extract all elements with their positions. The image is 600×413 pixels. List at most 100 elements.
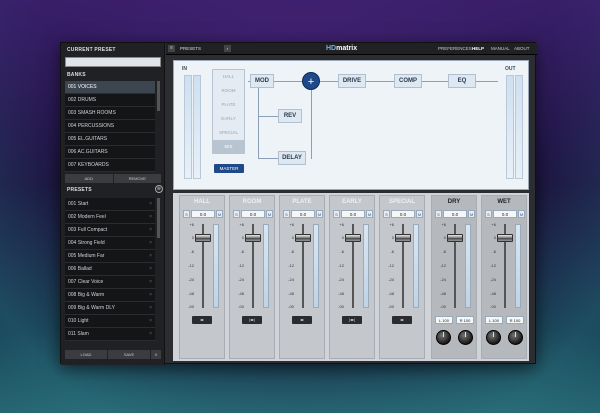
- bank-item[interactable]: 002 DRUMS: [65, 94, 155, 107]
- fader-handle[interactable]: [497, 234, 513, 242]
- selector-plate[interactable]: PLATE: [213, 98, 244, 112]
- about-link[interactable]: ABOUT: [514, 46, 530, 51]
- mute-button[interactable]: M: [468, 210, 475, 218]
- mute-button[interactable]: M: [416, 210, 423, 218]
- mute-button[interactable]: M: [366, 210, 373, 218]
- preset-item[interactable]: 003 Full Compact ×: [65, 224, 155, 237]
- current-preset-field[interactable]: [65, 57, 161, 67]
- bank-item[interactable]: 003 SMASH ROOMS: [65, 107, 155, 120]
- presets-tab[interactable]: PRESETS: [180, 46, 201, 51]
- menu-icon[interactable]: ≡: [168, 45, 175, 52]
- level-field[interactable]: 0.0: [443, 210, 467, 218]
- presets-options-icon[interactable]: ⊕: [155, 185, 163, 193]
- solo-button[interactable]: S: [485, 210, 492, 218]
- level-field[interactable]: 0.0: [493, 210, 517, 218]
- level-field[interactable]: 0.0: [341, 210, 365, 218]
- delay-node[interactable]: DELAY: [278, 151, 306, 165]
- remove-preset-icon[interactable]: ×: [149, 302, 152, 314]
- preferences-link[interactable]: PREFERENCES: [438, 46, 472, 51]
- remove-preset-icon[interactable]: ×: [149, 263, 152, 275]
- solo-button[interactable]: S: [183, 210, 190, 218]
- load-preset-button[interactable]: LOAD: [65, 350, 107, 359]
- drive-node[interactable]: DRIVE: [338, 74, 366, 88]
- bank-item[interactable]: 001 VOICES: [65, 81, 155, 94]
- presets-scrollbar[interactable]: [157, 198, 160, 238]
- selector-hall[interactable]: HALL: [213, 70, 244, 84]
- preset-item[interactable]: 004 Strong Field ×: [65, 237, 155, 250]
- remove-preset-icon[interactable]: ×: [149, 211, 152, 223]
- dry-left-knob[interactable]: [436, 330, 451, 345]
- pan-button[interactable]: ◂▸: [392, 316, 412, 324]
- solo-button[interactable]: S: [283, 210, 290, 218]
- dry-right-knob[interactable]: [458, 330, 473, 345]
- banks-scrollbar[interactable]: [157, 81, 160, 111]
- selector-early[interactable]: EARLY: [213, 112, 244, 126]
- selector-room[interactable]: ROOM: [213, 84, 244, 98]
- mute-button[interactable]: M: [316, 210, 323, 218]
- fader-handle[interactable]: [447, 234, 463, 242]
- solo-button[interactable]: S: [333, 210, 340, 218]
- wet-left-knob[interactable]: [486, 330, 501, 345]
- fader-handle[interactable]: [245, 234, 261, 242]
- eq-node[interactable]: EQ: [448, 74, 476, 88]
- sum-node[interactable]: +: [302, 72, 320, 90]
- pan-button[interactable]: ◂▸: [292, 316, 312, 324]
- preset-item[interactable]: 006 Ballad ×: [65, 263, 155, 276]
- stereo-width-button[interactable]: |◂▸|: [342, 316, 362, 324]
- level-field[interactable]: 0.0: [291, 210, 315, 218]
- manual-link[interactable]: MANUAL: [491, 46, 510, 51]
- stereo-width-button[interactable]: |◂▸|: [242, 316, 262, 324]
- rev-node[interactable]: REV: [278, 109, 302, 123]
- bank-item[interactable]: 005 EL.GUITARS: [65, 133, 155, 146]
- dry-left-field[interactable]: L 100: [435, 316, 453, 324]
- level-field[interactable]: 0.0: [241, 210, 265, 218]
- fader-handle[interactable]: [295, 234, 311, 242]
- remove-preset-icon[interactable]: ×: [149, 224, 152, 236]
- save-icon[interactable]: ▪: [224, 45, 231, 52]
- remove-bank-button[interactable]: REMOVE: [113, 174, 161, 183]
- remove-preset-icon[interactable]: ×: [149, 276, 152, 288]
- remove-preset-icon[interactable]: ×: [149, 328, 152, 340]
- remove-preset-icon[interactable]: ×: [149, 315, 152, 327]
- bank-item[interactable]: 007 KEYBOARDS: [65, 159, 155, 172]
- mod-node[interactable]: MOD: [250, 74, 274, 88]
- wet-right-field[interactable]: R 100: [506, 316, 524, 324]
- close-presets-button[interactable]: X: [151, 350, 161, 359]
- remove-preset-icon[interactable]: ×: [149, 237, 152, 249]
- preset-item[interactable]: 007 Clear Voice ×: [65, 276, 155, 289]
- pan-button[interactable]: ◂▸: [192, 316, 212, 324]
- preset-item[interactable]: 010 Light ×: [65, 315, 155, 328]
- remove-preset-icon[interactable]: ×: [149, 289, 152, 301]
- preset-item[interactable]: 001 Start ×: [65, 198, 155, 211]
- mute-button[interactable]: M: [216, 210, 223, 218]
- preset-item[interactable]: 005 Medium Far ×: [65, 250, 155, 263]
- save-preset-button[interactable]: SAVE: [108, 350, 150, 359]
- fader-handle[interactable]: [395, 234, 411, 242]
- bank-item[interactable]: 004 PERCUSSIONS: [65, 120, 155, 133]
- help-link[interactable]: HELP: [472, 46, 484, 51]
- selector-special[interactable]: SPECIAL: [213, 126, 244, 140]
- preset-item[interactable]: 009 Big & Warm DLY ×: [65, 302, 155, 315]
- bank-item[interactable]: 006 AC.GUITARS: [65, 146, 155, 159]
- mute-button[interactable]: M: [266, 210, 273, 218]
- solo-button[interactable]: S: [383, 210, 390, 218]
- wet-right-knob[interactable]: [508, 330, 523, 345]
- add-bank-button[interactable]: ADD: [65, 174, 113, 183]
- mute-button[interactable]: M: [518, 210, 525, 218]
- solo-button[interactable]: S: [435, 210, 442, 218]
- remove-preset-icon[interactable]: ×: [149, 198, 152, 210]
- preset-item[interactable]: 011 Slam ×: [65, 328, 155, 341]
- preset-item[interactable]: 008 Big & Warm ×: [65, 289, 155, 302]
- solo-button[interactable]: S: [233, 210, 240, 218]
- master-button[interactable]: MASTER: [214, 164, 244, 173]
- comp-node[interactable]: COMP: [394, 74, 422, 88]
- fader-handle[interactable]: [345, 234, 361, 242]
- preset-item[interactable]: 002 Modern Feel ×: [65, 211, 155, 224]
- level-field[interactable]: 0.0: [391, 210, 415, 218]
- level-field[interactable]: 0.0: [191, 210, 215, 218]
- dry-right-field[interactable]: R 100: [456, 316, 474, 324]
- fader-handle[interactable]: [195, 234, 211, 242]
- remove-preset-icon[interactable]: ×: [149, 250, 152, 262]
- wet-left-field[interactable]: L 100: [485, 316, 503, 324]
- selector-mix[interactable]: MIX: [213, 140, 244, 154]
